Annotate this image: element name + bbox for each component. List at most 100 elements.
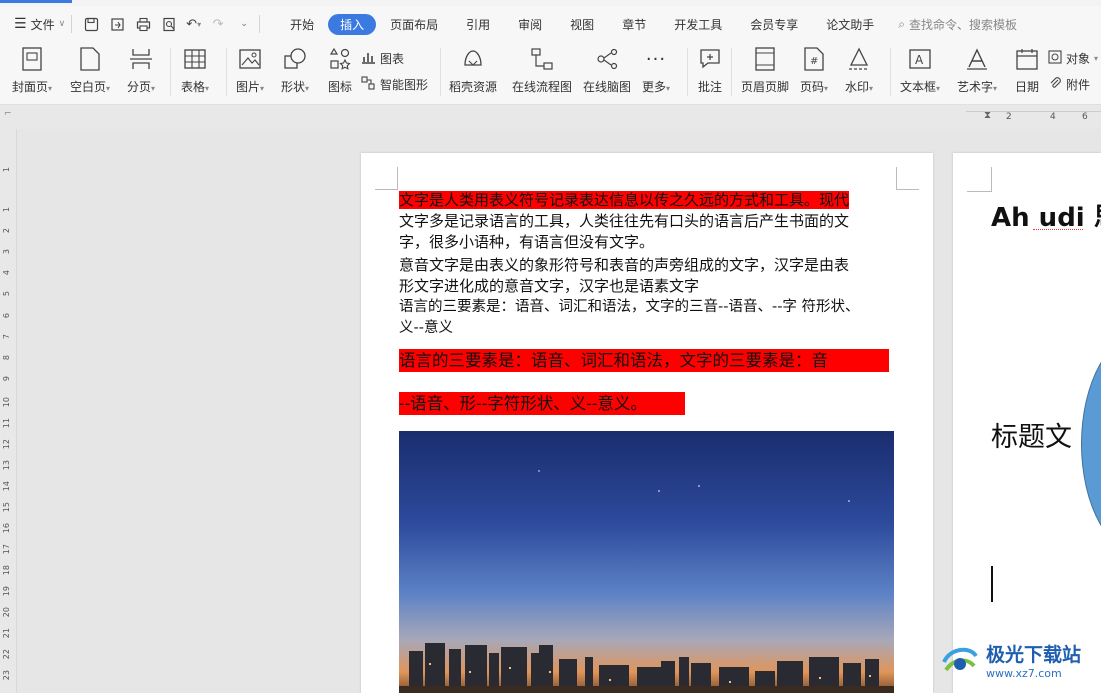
- watermark-label: 水印: [845, 80, 870, 94]
- shape-icon: [282, 46, 308, 72]
- word-art-button[interactable]: 艺术字▾: [957, 46, 997, 95]
- print-icon[interactable]: [134, 15, 152, 33]
- header-footer-button[interactable]: 页眉页脚: [741, 46, 789, 95]
- ruler-tick: 3: [2, 249, 11, 255]
- ruler-tick: 22: [2, 649, 11, 660]
- paragraph-2[interactable]: 意音文字是由表义的象形符号和表音的声旁组成的文字，汉字是由表 形文字进化成的意音…: [399, 255, 899, 297]
- resources-label: 稻壳资源: [449, 80, 498, 94]
- cover-page-button[interactable]: 封面页▾: [12, 46, 52, 95]
- ruler-tick: 9: [2, 376, 11, 382]
- page2-title-text[interactable]: 标题文: [991, 415, 1072, 454]
- word-art-label: 艺术字: [957, 80, 994, 94]
- site-watermark: 极光下载站 www.xz7.com: [940, 640, 1081, 680]
- attachment-button[interactable]: 附件: [1048, 76, 1090, 93]
- chart-button[interactable]: 图表: [361, 50, 404, 67]
- highlighted-paragraph-line[interactable]: 语言的三要素是：语音、词汇和语法，文字的三要素是：音: [399, 349, 889, 372]
- blank-page-button[interactable]: 空白页▾: [70, 46, 110, 95]
- command-search[interactable]: ⌕ 查找命令、搜索模板: [898, 16, 1017, 33]
- file-menu[interactable]: ☰ 文件 ∨: [14, 16, 65, 33]
- picture-icon: [237, 46, 263, 72]
- search-icon: ⌕: [898, 16, 905, 31]
- text-line: 字，很多小语种，有语言但没有文字。: [399, 233, 655, 251]
- aurora-logo-icon: [942, 647, 978, 672]
- icon-button[interactable]: 图标: [327, 46, 353, 95]
- divider: [71, 15, 73, 33]
- watermark-name: 极光下载站: [986, 644, 1082, 666]
- text-box-button[interactable]: A 文本框▾: [900, 46, 940, 95]
- online-flowchart-button[interactable]: 在线流程图: [512, 46, 572, 95]
- table-button[interactable]: 表格▾: [181, 46, 209, 95]
- paperclip-icon: [1048, 76, 1062, 93]
- tab-member[interactable]: 会员专享: [736, 14, 812, 35]
- divider: [226, 48, 227, 96]
- comment-button[interactable]: 批注: [697, 46, 723, 95]
- tab-view[interactable]: 视图: [556, 14, 608, 35]
- text-line: 语言的三要素是：语音、词汇和语法，文字的三音--语音、--字 符形状、: [399, 299, 860, 315]
- customize-toolbar-icon[interactable]: ⌄: [235, 15, 253, 33]
- horizontal-ruler[interactable]: ⌐ ⧗ 2 4 6: [0, 105, 1101, 129]
- chart-label: 图表: [380, 52, 405, 66]
- object-button[interactable]: 对象 ▾: [1048, 50, 1098, 67]
- comment-label: 批注: [697, 80, 722, 94]
- page-break-button[interactable]: 分页▾: [127, 46, 155, 95]
- indent-marker-icon[interactable]: ⧗: [984, 110, 991, 121]
- tab-page-layout[interactable]: 页面布局: [376, 14, 452, 35]
- tab-developer[interactable]: 开发工具: [660, 14, 736, 35]
- file-menu-label: 文件: [30, 17, 55, 32]
- ruler-tick: 6: [1082, 112, 1088, 122]
- vertical-ruler[interactable]: 1 1 2 3 4 5 6 7 8 9 10 11 12 13 14 15 16…: [0, 129, 17, 693]
- object-icon: [1048, 50, 1062, 67]
- docer-resources-button[interactable]: 稻壳资源: [449, 46, 497, 95]
- smart-art-button[interactable]: 智能图形: [361, 76, 428, 93]
- redo-icon[interactable]: ↷: [209, 15, 227, 33]
- shape-button[interactable]: 形状▾: [281, 46, 309, 95]
- bar-chart-icon: [361, 50, 376, 67]
- ruler-tick: 21: [2, 628, 11, 639]
- blank-page-icon: [77, 46, 103, 72]
- print-preview-icon[interactable]: [160, 15, 178, 33]
- quick-access-toolbar: ↶ ▾ ↷ ⌄: [82, 15, 253, 33]
- menu-bar: ☰ 文件 ∨ ↶ ▾ ↷ ⌄ 开始 插入 页面布局 引用 审阅 视图 章节 开发工…: [0, 6, 1101, 42]
- online-mindmap-button[interactable]: 在线脑图: [583, 46, 631, 95]
- tab-thesis-assistant[interactable]: 论文助手: [812, 14, 888, 35]
- calendar-icon: [1014, 46, 1040, 72]
- insert-ribbon: 封面页▾ 空白页▾ 分页▾ 表格▾ 图片▾ 形状▾ 图标 图表 智能图形 稻壳资…: [0, 42, 1101, 105]
- document-page[interactable]: 文字是人类用表义符号记录表达信息以传之久远的方式和工具。现代 文字多是记录语言的…: [361, 153, 933, 693]
- tab-sections[interactable]: 章节: [608, 14, 660, 35]
- paragraph-1[interactable]: 文字是人类用表义符号记录表达信息以传之久远的方式和工具。现代 文字多是记录语言的…: [399, 190, 899, 253]
- header-footer-label: 页眉页脚: [741, 80, 790, 94]
- divider: [259, 15, 261, 33]
- table-label: 表格: [181, 80, 206, 94]
- picture-button[interactable]: 图片▾: [236, 46, 264, 95]
- text-box-label: 文本框: [900, 80, 937, 94]
- more-button[interactable]: ··· 更多▾: [642, 46, 670, 95]
- text-cursor: [991, 566, 993, 602]
- highlighted-paragraph-line[interactable]: --语音、形--字符形状、义--意义。: [399, 392, 685, 415]
- tab-home[interactable]: 开始: [276, 14, 328, 35]
- page-number-button[interactable]: # 页码▾: [800, 46, 828, 95]
- page-number-label: 页码: [800, 80, 825, 94]
- attachment-label: 附件: [1066, 78, 1091, 92]
- export-icon[interactable]: [108, 15, 126, 33]
- chevron-down-icon: ∨: [58, 19, 66, 29]
- page-number-icon: #: [801, 46, 827, 72]
- save-icon[interactable]: [82, 15, 100, 33]
- undo-icon[interactable]: ↶ ▾: [186, 15, 201, 33]
- flowchart-label: 在线流程图: [512, 80, 573, 94]
- tab-insert[interactable]: 插入: [328, 13, 377, 35]
- svg-text:#: #: [810, 56, 818, 67]
- ruler-tick: 19: [2, 586, 11, 597]
- more-icon: ···: [645, 48, 667, 70]
- picture-label: 图片: [236, 80, 261, 94]
- icons-library-icon: [327, 46, 353, 72]
- tab-references[interactable]: 引用: [452, 14, 504, 35]
- watermark-button[interactable]: 水印▾: [845, 46, 873, 95]
- document-page-2[interactable]: Ah udi 思 标题文: [953, 153, 1101, 693]
- paragraph-3[interactable]: 语言的三要素是：语音、词汇和语法，文字的三音--语音、--字 符形状、 义--意…: [399, 297, 899, 339]
- ruler-tick: 17: [2, 544, 11, 555]
- skyline-illustration: [399, 470, 894, 693]
- tab-review[interactable]: 审阅: [504, 14, 556, 35]
- city-night-photo[interactable]: [399, 431, 894, 693]
- circle-shape[interactable]: [1081, 333, 1101, 555]
- date-button[interactable]: 日期: [1014, 46, 1040, 95]
